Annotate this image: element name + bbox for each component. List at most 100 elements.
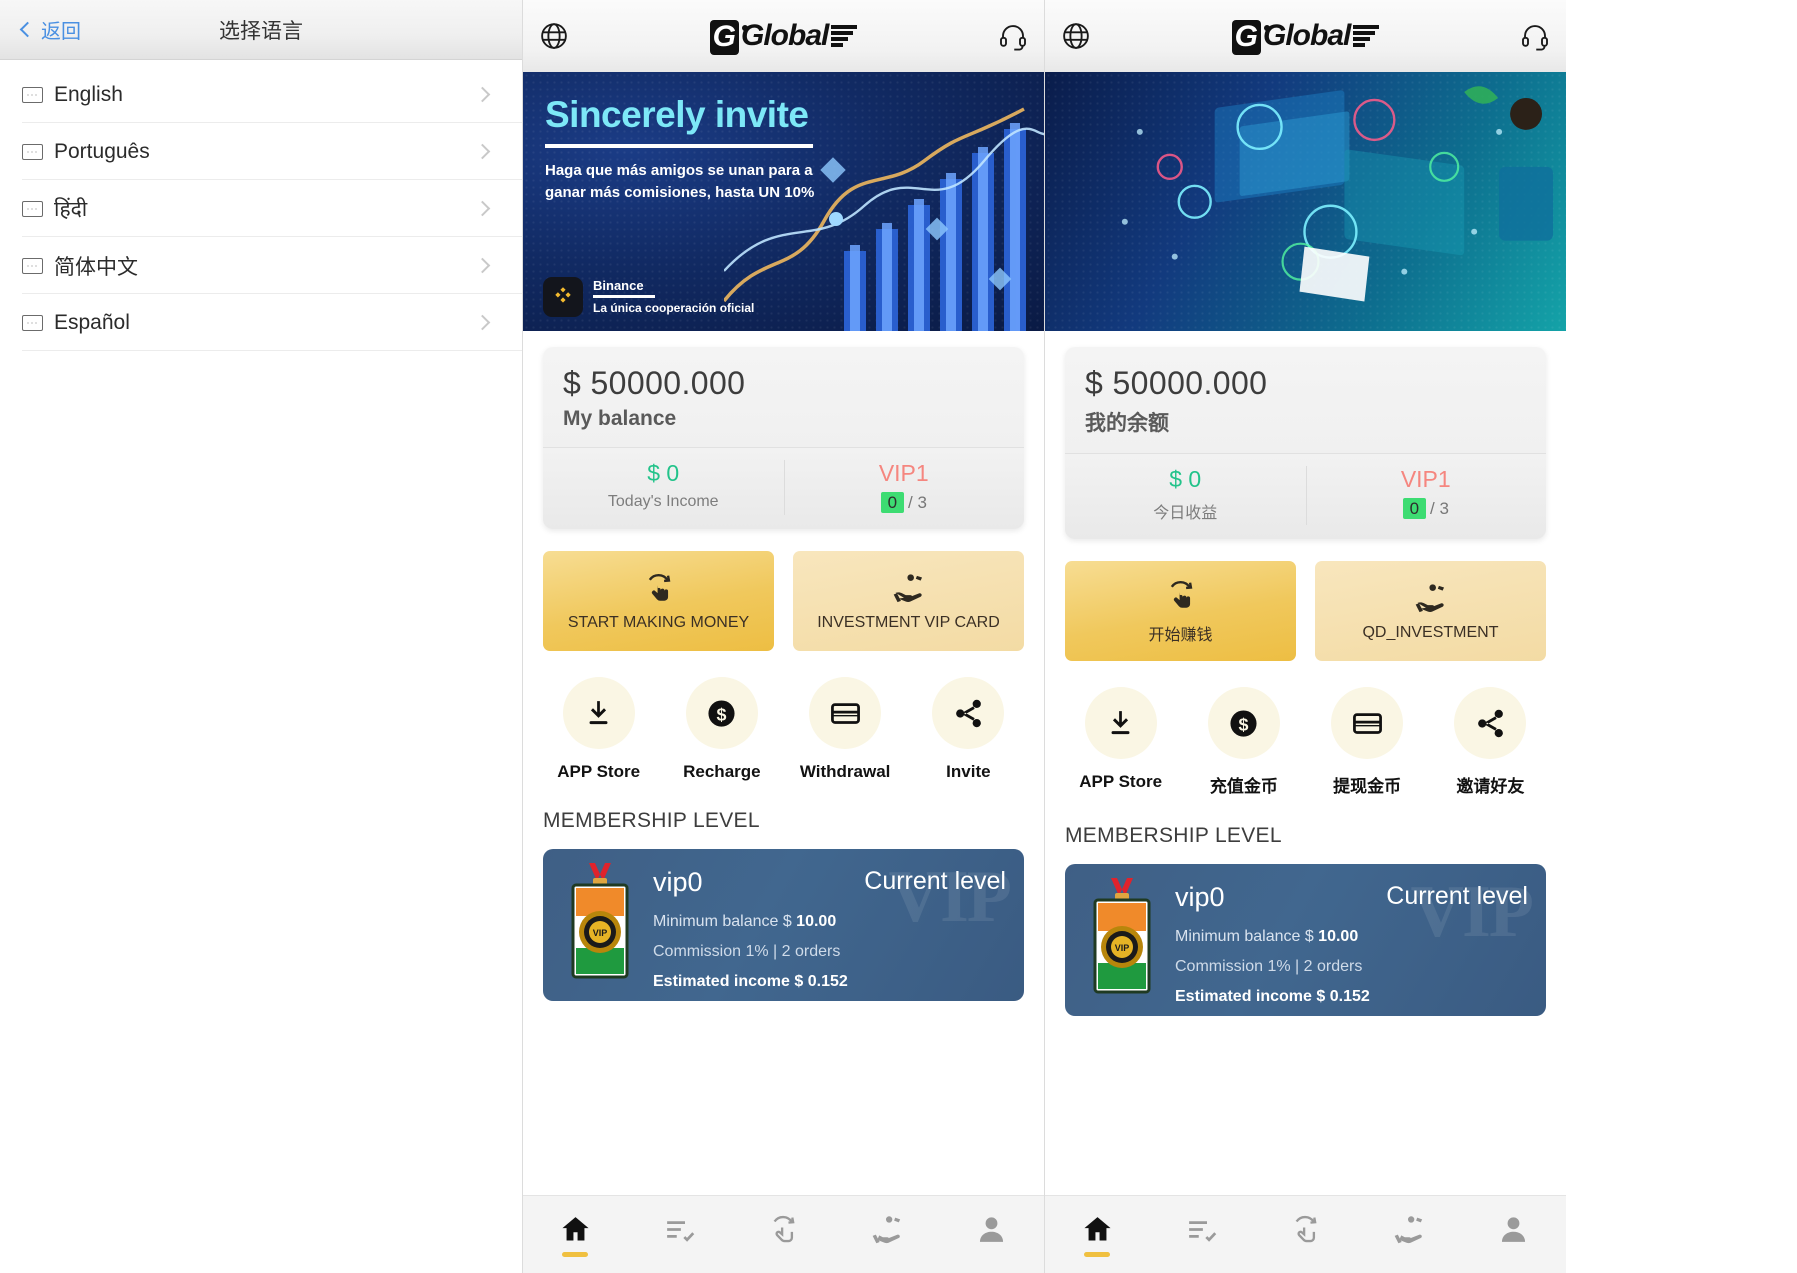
quick-action-recharge[interactable]: $ Recharge: [660, 677, 783, 782]
quick-action-label: Recharge: [683, 762, 761, 781]
nav-earn[interactable]: [731, 1213, 835, 1257]
nav-profile[interactable]: [1462, 1213, 1566, 1257]
svg-text:VIP: VIP: [593, 928, 608, 938]
quick-action-invite[interactable]: 邀请好友: [1429, 687, 1552, 797]
language-label: Português: [54, 139, 150, 163]
tap-refresh-icon: [1295, 1215, 1317, 1242]
svg-text:$: $: [717, 704, 727, 724]
quick-action-invite[interactable]: Invite: [907, 677, 1030, 782]
quick-action-app-store[interactable]: APP Store: [537, 677, 660, 782]
partner-divider: [593, 295, 655, 299]
language-item-chinese[interactable]: ··· 简体中文: [0, 237, 522, 294]
brand-text: Global: [1263, 19, 1351, 52]
download-icon: [1084, 687, 1157, 759]
cta-label: START MAKING MONEY: [567, 613, 750, 631]
language-item-espanol[interactable]: ··· Español: [0, 294, 522, 351]
broken-image-icon: ···: [22, 143, 43, 160]
start-making-money-button[interactable]: 开始赚钱: [1065, 561, 1296, 661]
back-button[interactable]: 返回: [0, 15, 81, 44]
balance-card: $ 50000.000 我的余额 $ 0 今日收益 VIP1 0/ 3: [1065, 347, 1546, 539]
quick-action-app-store[interactable]: APP Store: [1059, 687, 1182, 797]
share-icon: [1454, 687, 1527, 759]
membership-min-balance: Minimum balance $ 10.00: [1175, 928, 1358, 946]
nav-tasks[interactable]: [1149, 1213, 1253, 1257]
balance-section: $ 50000.000 My balance $ 0 Today's Incom…: [523, 331, 1044, 529]
task-list-icon: [666, 1220, 695, 1242]
home-screen-english: G Global Sincerely invite Haga que más a…: [522, 0, 1044, 1273]
current-level-badge: Current level: [1386, 882, 1528, 910]
partner-name: Binance: [593, 277, 644, 293]
promo-banner[interactable]: [1045, 72, 1566, 331]
start-making-money-button[interactable]: START MAKING MONEY: [543, 551, 774, 651]
nav-investment[interactable]: [836, 1213, 940, 1257]
bottom-navigation: [523, 1195, 1044, 1273]
vip-progress-cell[interactable]: VIP1 0/ 3: [1305, 454, 1547, 539]
logo-streak-icon: [1353, 25, 1380, 47]
language-label: 简体中文: [54, 255, 138, 279]
quick-action-withdrawal[interactable]: 提现金币: [1306, 687, 1429, 797]
binance-icon: [543, 277, 583, 317]
membership-section-title: MEMBERSHIP LEVEL: [1065, 824, 1282, 847]
today-income-cell[interactable]: $ 0 Today's Income: [543, 448, 784, 529]
vip-orders-done: 0: [1402, 498, 1427, 519]
globe-icon[interactable]: [1061, 21, 1091, 51]
cta-row: 开始赚钱 QD_INVESTMENT: [1045, 539, 1566, 661]
cta-row: START MAKING MONEY INVESTMENT VIP CARD: [523, 529, 1044, 651]
banner-partner: Binance La única cooperación oficial: [543, 277, 754, 317]
nav-home[interactable]: [1045, 1213, 1149, 1257]
today-income-value: $ 0: [647, 460, 680, 486]
nav-earn[interactable]: [1253, 1213, 1357, 1257]
quick-action-withdrawal[interactable]: Withdrawal: [784, 677, 907, 782]
broken-image-icon: ···: [22, 314, 43, 331]
person-icon: [980, 1216, 1004, 1242]
quick-action-label: APP Store: [1079, 772, 1163, 791]
language-item-hindi[interactable]: ··· हिंदी: [0, 180, 522, 237]
nav-tasks[interactable]: [627, 1213, 731, 1257]
qd-investment-button[interactable]: QD_INVESTMENT: [1315, 561, 1546, 661]
vip-medal-icon: VIP: [571, 863, 629, 979]
credit-card-icon: [1331, 687, 1404, 759]
nav-active-indicator: [562, 1251, 589, 1257]
vip-progress-cell[interactable]: VIP1 0/ 3: [783, 448, 1025, 529]
headset-icon[interactable]: [998, 21, 1028, 51]
nav-home[interactable]: [523, 1213, 627, 1257]
membership-estimated-income: Estimated income $ 0.152: [653, 973, 848, 990]
membership-commission: Commission 1% | 2 orders: [1175, 958, 1363, 975]
language-item-portugues[interactable]: ··· Português: [0, 123, 522, 180]
nav-profile[interactable]: [940, 1213, 1044, 1257]
home-icon: [562, 1216, 589, 1240]
balance-section: $ 50000.000 我的余额 $ 0 今日收益 VIP1 0/ 3: [1045, 331, 1566, 539]
language-header: 返回 选择语言: [0, 0, 522, 60]
balance-label: My balance: [563, 407, 677, 430]
person-icon: [1502, 1216, 1526, 1242]
headset-icon[interactable]: [1520, 21, 1550, 51]
investment-vip-card-button[interactable]: INVESTMENT VIP CARD: [793, 551, 1024, 651]
money-hand-icon: [1415, 583, 1444, 612]
min-balance-value: 10.00: [1318, 928, 1359, 945]
banner-tech-graphic: [1121, 86, 1554, 302]
back-label: 返回: [41, 21, 81, 43]
language-selection-screen: 返回 选择语言 ··· English ··· Português ··· हि…: [0, 0, 522, 1273]
membership-level-name: vip0: [1175, 882, 1225, 912]
language-item-english[interactable]: ··· English: [0, 66, 522, 123]
quick-action-recharge[interactable]: $ 充值金币: [1182, 687, 1305, 797]
membership-min-balance: Minimum balance $ 10.00: [653, 913, 836, 931]
quick-action-label: APP Store: [557, 762, 641, 781]
membership-section-title: MEMBERSHIP LEVEL: [543, 809, 760, 832]
nav-investment[interactable]: [1358, 1213, 1462, 1257]
membership-estimated-income: Estimated income $ 0.152: [1175, 988, 1370, 1005]
min-balance-prefix: Minimum balance $: [1175, 928, 1319, 945]
membership-card-vip0[interactable]: VIP VIP vip0 Current level Minimum balan…: [543, 849, 1024, 1001]
vip-medal-icon: VIP: [1093, 878, 1151, 994]
membership-card-vip0[interactable]: VIP VIP vip0 Current level Minimum balan…: [1065, 864, 1546, 1016]
promo-banner[interactable]: Sincerely invite Haga que más amigos se …: [523, 72, 1044, 331]
globe-icon[interactable]: [539, 21, 569, 51]
today-income-cell[interactable]: $ 0 今日收益: [1065, 454, 1306, 539]
home-screen-chinese: G Global $ 50000.000 我的余额 $ 0 今日收益 VIP1 …: [1044, 0, 1566, 1273]
chevron-right-icon: [474, 257, 491, 274]
membership-level-name: vip0: [653, 867, 703, 897]
logo-streak-icon: [831, 25, 858, 47]
download-icon: [562, 677, 635, 749]
vip-orders-done: 0: [880, 492, 905, 513]
